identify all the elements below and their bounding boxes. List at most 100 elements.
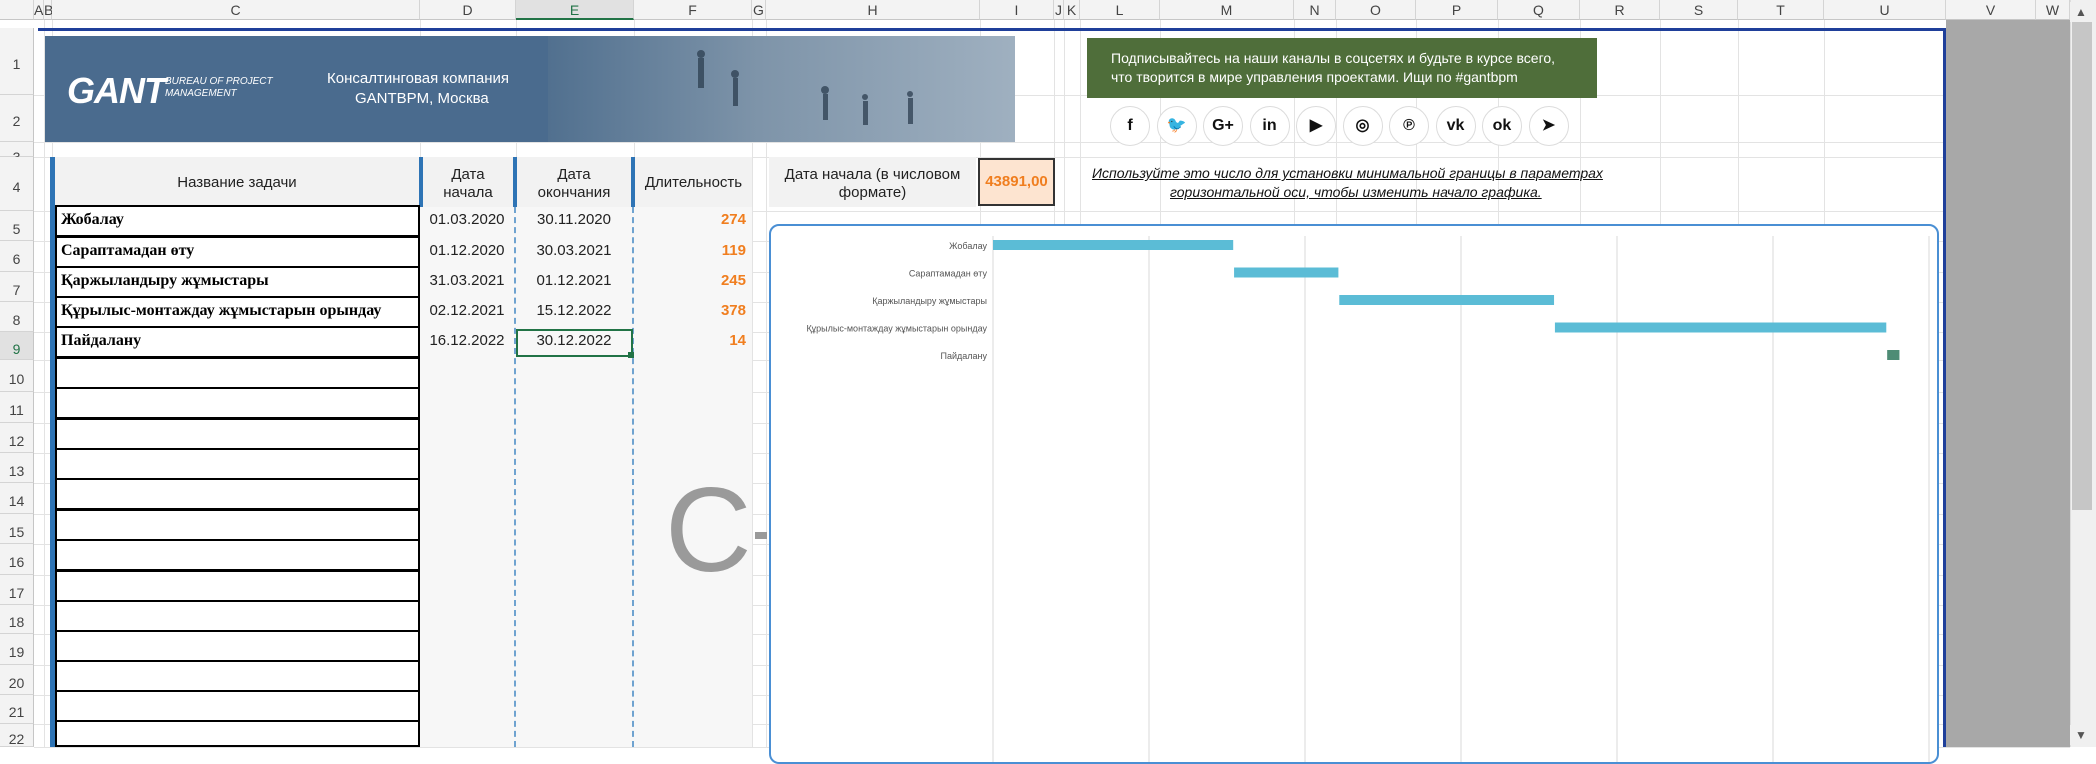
task-name-cell-empty[interactable]	[55, 630, 420, 662]
start-date-cell[interactable]: 01.12.2020	[420, 236, 514, 266]
fill-handle[interactable]	[628, 352, 634, 358]
task-name-cell[interactable]: Жобалау	[55, 205, 420, 237]
row-header-20[interactable]: 20	[0, 665, 34, 695]
task-name-cell[interactable]: Қаржыландыру жұмыстары	[55, 266, 420, 298]
row-header-13[interactable]: 13	[0, 453, 34, 483]
twitter-icon[interactable]: 🐦	[1156, 106, 1197, 146]
row-header-4[interactable]: 4	[0, 157, 34, 211]
scroll-down-icon[interactable]: ▼	[2070, 725, 2092, 745]
column-header-k[interactable]: K	[1064, 0, 1080, 20]
row-header-6[interactable]: 6	[0, 241, 34, 272]
column-header-m[interactable]: M	[1160, 0, 1294, 20]
end-date-cell[interactable]: 30.11.2020	[516, 205, 632, 235]
duration-cell[interactable]: 245	[634, 266, 752, 296]
task-name-cell-empty[interactable]	[55, 570, 420, 602]
task-name-cell[interactable]: Сараптамадан өту	[55, 236, 420, 268]
column-header-c[interactable]: C	[52, 0, 420, 20]
end-date-cell[interactable]: 01.12.2021	[516, 266, 632, 296]
row-header-9[interactable]: 9	[0, 332, 34, 360]
column-header-u[interactable]: U	[1824, 0, 1946, 20]
row-header-12[interactable]: 12	[0, 423, 34, 453]
gantt-bar[interactable]	[1339, 295, 1555, 305]
row-header-10[interactable]: 10	[0, 360, 34, 392]
row-header-15[interactable]: 15	[0, 514, 34, 544]
selected-cell-e9[interactable]	[516, 329, 633, 357]
gantt-bar[interactable]	[993, 240, 1234, 250]
end-date-cell[interactable]: 15.12.2022	[516, 296, 632, 326]
start-date-cell[interactable]: 01.03.2020	[420, 205, 514, 235]
instagram-icon[interactable]: ◎	[1342, 106, 1383, 146]
row-header-11[interactable]: 11	[0, 392, 34, 423]
gantt-chart[interactable]: Жобалау Сараптамадан өту Қаржыландыру жұмы…	[769, 224, 1939, 764]
task-name-cell-empty[interactable]	[55, 660, 420, 692]
end-date-cell[interactable]: 30.03.2021	[516, 236, 632, 266]
task-name-cell[interactable]: Құрылыс-монтаждау жұмыстарын орындау	[55, 296, 420, 328]
scroll-up-icon[interactable]: ▲	[2070, 2, 2092, 22]
duration-cell[interactable]: 14	[634, 326, 752, 356]
google-plus-icon[interactable]: G+	[1203, 106, 1243, 146]
pinterest-icon[interactable]: ℗	[1389, 106, 1429, 146]
column-header-e[interactable]: E	[516, 0, 634, 20]
task-name-cell-empty[interactable]	[55, 478, 420, 510]
facebook-icon[interactable]: f	[1110, 106, 1150, 146]
start-date-cell[interactable]: 31.03.2021	[420, 266, 514, 296]
row-header-5[interactable]: 5	[0, 211, 34, 241]
task-name-cell-empty[interactable]	[55, 539, 420, 571]
column-header-o[interactable]: O	[1336, 0, 1416, 20]
column-header-r[interactable]: R	[1580, 0, 1660, 20]
row-header-16[interactable]: 16	[0, 544, 34, 575]
row-header-18[interactable]: 18	[0, 605, 34, 634]
row-header-8[interactable]: 8	[0, 302, 34, 332]
select-all-corner[interactable]	[0, 0, 34, 20]
column-header-f[interactable]: F	[634, 0, 752, 20]
duration-cell[interactable]: 119	[634, 236, 752, 266]
row-header-3[interactable]: 3	[0, 142, 34, 164]
column-header-g[interactable]: G	[752, 0, 766, 20]
task-name-cell-empty[interactable]	[55, 387, 420, 419]
task-name-cell-empty[interactable]	[55, 720, 420, 747]
gantt-bar[interactable]	[1887, 350, 1900, 360]
column-header-v[interactable]: V	[1946, 0, 2036, 20]
task-name-cell-empty[interactable]	[55, 448, 420, 480]
scrollbar-thumb[interactable]	[2072, 22, 2092, 510]
task-name-cell-empty[interactable]	[55, 600, 420, 632]
column-header-l[interactable]: L	[1080, 0, 1160, 20]
gantt-bar[interactable]	[1554, 322, 1887, 333]
task-name-cell[interactable]: Пайдалану	[55, 326, 420, 358]
duration-cell[interactable]: 378	[634, 296, 752, 326]
start-date-cell[interactable]: 02.12.2021	[420, 296, 514, 326]
row-header-22[interactable]: 22	[0, 724, 34, 747]
column-header-j[interactable]: J	[1054, 0, 1064, 20]
column-header-n[interactable]: N	[1294, 0, 1336, 20]
column-header-s[interactable]: S	[1660, 0, 1738, 20]
column-header-t[interactable]: T	[1738, 0, 1824, 20]
column-header-a[interactable]: A	[34, 0, 44, 20]
youtube-icon[interactable]: ▶	[1296, 106, 1336, 146]
start-date-value[interactable]: 43891,00	[978, 158, 1055, 206]
task-name-cell-empty[interactable]	[55, 690, 420, 722]
row-header-14[interactable]: 14	[0, 483, 34, 514]
column-header-b[interactable]: B	[44, 0, 53, 20]
task-name-cell-empty[interactable]	[55, 418, 420, 450]
odnoklassniki-icon[interactable]: ok	[1482, 106, 1522, 146]
duration-cell[interactable]: 274	[634, 205, 752, 235]
row-header-1[interactable]: 1	[0, 28, 34, 95]
column-header-h[interactable]: H	[766, 0, 980, 20]
column-header-d[interactable]: D	[420, 0, 516, 20]
row-header-21[interactable]: 21	[0, 695, 34, 724]
row-header-19[interactable]: 19	[0, 634, 34, 665]
start-date-cell[interactable]: 16.12.2022	[420, 326, 514, 356]
vk-icon[interactable]: vk	[1435, 106, 1476, 146]
column-header-w[interactable]: W	[2036, 0, 2070, 20]
row-header-17[interactable]: 17	[0, 575, 34, 605]
linkedin-icon[interactable]: in	[1249, 106, 1290, 146]
telegram-icon[interactable]: ➤	[1528, 106, 1569, 146]
task-name-cell-empty[interactable]	[55, 357, 420, 389]
task-name-cell-empty[interactable]	[55, 509, 420, 541]
row-header-2[interactable]: 2	[0, 95, 34, 142]
row-header-7[interactable]: 7	[0, 272, 34, 302]
gantt-bar[interactable]	[1234, 267, 1339, 278]
column-header-i[interactable]: I	[980, 0, 1054, 20]
column-header-p[interactable]: P	[1416, 0, 1498, 20]
column-header-q[interactable]: Q	[1498, 0, 1580, 20]
